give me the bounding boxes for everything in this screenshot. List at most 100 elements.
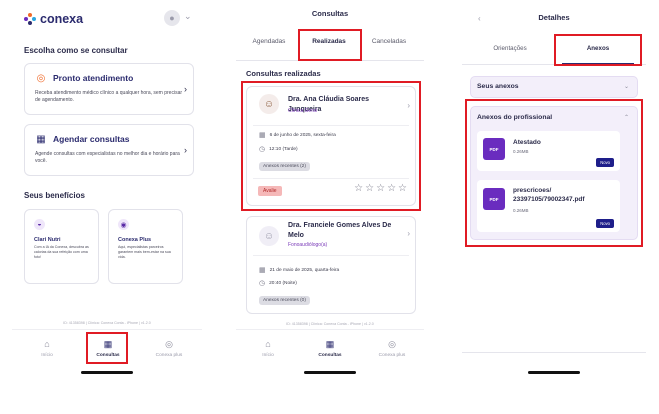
benefit-description: Aqui, especialistas parceiros garantem m… xyxy=(118,245,171,259)
accordion-title: Seus anexos xyxy=(477,83,519,90)
brand-name: conexa xyxy=(40,12,84,26)
home-indicator xyxy=(304,371,356,374)
benefits-title: Seus benefícios xyxy=(24,191,85,200)
tab-canceladas[interactable]: Canceladas xyxy=(362,38,416,45)
pronto-atendimento-card[interactable]: ◎ Pronto atendimento Receba atendimento … xyxy=(24,63,194,115)
file-size: 0.26MB xyxy=(513,149,529,154)
home-screen: conexa ● ⌄ Escolha como se consultar ◎ P… xyxy=(12,0,202,414)
new-badge: Novo xyxy=(596,219,614,228)
home-indicator xyxy=(528,371,580,374)
tab-consultas[interactable]: ▦ Consultas xyxy=(310,339,350,358)
file-item[interactable]: PDF prescricoes/ 23397105/79002347.pdf 0… xyxy=(477,180,620,232)
detalhes-screen: ‹ Detalhes Orientações Anexos Seus anexo… xyxy=(462,0,646,414)
chevron-down-icon: ⌄ xyxy=(623,84,629,90)
bottom-tab-bar: ⌂ Início ▦ Consultas ◎ Conexa plus xyxy=(12,329,202,365)
divider xyxy=(253,255,409,256)
appointment-card[interactable]: ☺ Dra. Franciele Gomes Alves De Melo Fon… xyxy=(246,216,416,314)
date-text: 6 de junho de 2025, sexta-feira xyxy=(269,132,336,138)
calendar-icon: ▦ xyxy=(325,339,335,349)
benefit-title: Conexa Plus xyxy=(118,237,152,243)
tab-agendadas[interactable]: Agendadas xyxy=(242,38,296,45)
pdf-icon: PDF xyxy=(483,138,505,160)
seus-anexos-accordion[interactable]: Seus anexos ⌄ xyxy=(470,76,638,98)
tab-anexos[interactable]: Anexos xyxy=(562,45,634,52)
card-description: Agende consultas com especialistas no me… xyxy=(35,151,180,164)
tab-inicio[interactable]: ⌂ Início xyxy=(248,339,288,358)
bottom-tab-bar: ⌂ Início ▦ Consultas ◎ Conexa plus xyxy=(236,329,424,365)
star-icon[interactable]: ☆ xyxy=(354,184,363,194)
file-item[interactable]: PDF Atestado 0.26MB Novo xyxy=(477,131,620,171)
tab-orientacoes[interactable]: Orientações xyxy=(474,45,546,52)
section-title: Consultas realizadas xyxy=(246,69,321,78)
active-tab-indicator xyxy=(562,63,634,65)
plus-target-icon: ◎ xyxy=(165,339,173,349)
appointment-card[interactable]: ☺ Dra. Ana Cláudia Soares Junqueira Clín… xyxy=(246,86,416,206)
card-title: Agendar consultas xyxy=(53,134,130,144)
appointment-time: ◷ 12:10 (Tarde) xyxy=(259,145,298,153)
tab-label: Consultas xyxy=(96,353,120,358)
star-icon[interactable]: ☆ xyxy=(398,184,407,194)
user-avatar[interactable]: ● xyxy=(164,10,180,26)
tab-label: Conexa plus xyxy=(378,353,406,358)
chevron-right-icon: › xyxy=(407,101,410,110)
tab-conexa-plus[interactable]: ◎ Conexa plus xyxy=(372,339,412,358)
file-size: 0.26MB xyxy=(513,208,529,213)
agendar-consultas-card[interactable]: ▦ Agendar consultas Agende consultas com… xyxy=(24,124,194,176)
tab-label: Conexa plus xyxy=(155,353,183,358)
date-text: 21 de maio de 2025, quarta-feira xyxy=(269,267,340,273)
tab-inicio[interactable]: ⌂ Início xyxy=(27,339,67,358)
doctor-avatar: ☺ xyxy=(259,94,279,114)
accordion-title: Anexos do profissional xyxy=(477,114,553,121)
appointment-date: ▦ 6 de junho de 2025, sexta-feira xyxy=(259,131,336,139)
tab-label: Início xyxy=(262,353,274,358)
bottom-divider xyxy=(462,352,646,353)
rating-stars[interactable]: ☆ ☆ ☆ ☆ ☆ xyxy=(354,184,407,194)
card-title: Pronto atendimento xyxy=(53,73,134,83)
section-title: Escolha como se consultar xyxy=(24,46,128,55)
conexa-logo-icon xyxy=(24,13,36,25)
chevron-up-icon: ⌃ xyxy=(623,115,629,121)
star-icon[interactable]: ☆ xyxy=(365,184,374,194)
calendar-icon: ▦ xyxy=(103,339,113,349)
user-icon: ● xyxy=(169,13,175,23)
page-title: Detalhes xyxy=(538,13,570,22)
tab-conexa-plus[interactable]: ◎ Conexa plus xyxy=(149,339,189,358)
star-icon[interactable]: ☆ xyxy=(387,184,396,194)
tab-consultas[interactable]: ▦ Consultas xyxy=(88,339,128,358)
chevron-down-icon[interactable]: ⌄ xyxy=(184,11,192,22)
appointment-date: ▦ 21 de maio de 2025, quarta-feira xyxy=(259,266,339,274)
chevron-right-icon: › xyxy=(184,84,187,94)
conexa-logo: conexa xyxy=(24,12,83,26)
new-badge: Novo xyxy=(596,158,614,167)
tab-realizadas[interactable]: Realizadas xyxy=(302,38,356,45)
recent-attachments-badge[interactable]: Anexos recentes (0) xyxy=(259,296,310,305)
pdf-icon: PDF xyxy=(483,188,505,210)
appointment-time: ◷ 20:40 (Noite) xyxy=(259,279,297,287)
file-name: prescricoes/ 23397105/79002347.pdf xyxy=(513,187,585,203)
consultas-screen: Consultas Agendadas Realizadas Cancelada… xyxy=(236,0,424,414)
chevron-right-icon: › xyxy=(184,145,187,155)
active-tab-indicator xyxy=(302,59,356,61)
tab-label: Início xyxy=(41,353,53,358)
app-version-footer: ID: 41358398 | Clínica: Conexa Conta - i… xyxy=(63,321,151,325)
home-icon: ⌂ xyxy=(265,339,271,349)
clari-nutri-card[interactable]: ◒ Clari Nutri Com a IA da Conexa, descub… xyxy=(24,209,99,284)
calendar-icon: ▦ xyxy=(36,133,46,145)
benefit-title: Clari Nutri xyxy=(34,237,61,243)
time-text: 20:40 (Noite) xyxy=(269,280,297,286)
tab-label: Consultas xyxy=(318,353,342,358)
plus-target-icon: ◎ xyxy=(388,339,396,349)
divider xyxy=(253,178,409,179)
rate-label: Avalie xyxy=(258,186,282,196)
recent-attachments-badge[interactable]: Anexos recentes (2) xyxy=(259,162,310,171)
conexa-plus-card[interactable]: ◉ Conexa Plus Aqui, especialistas parcei… xyxy=(108,209,183,284)
benefit-description: Com a IA da Conexa, descubra as calorias… xyxy=(34,245,89,259)
doctor-specialty: Clínica Geral xyxy=(288,108,317,114)
nutrition-icon: ◒ xyxy=(34,219,45,230)
target-icon: ◎ xyxy=(36,72,46,84)
clock-icon: ◷ xyxy=(259,280,266,287)
plus-target-icon: ◉ xyxy=(118,219,129,230)
home-icon: ⌂ xyxy=(44,339,50,349)
doctor-avatar: ☺ xyxy=(259,226,279,246)
star-icon[interactable]: ☆ xyxy=(376,184,385,194)
